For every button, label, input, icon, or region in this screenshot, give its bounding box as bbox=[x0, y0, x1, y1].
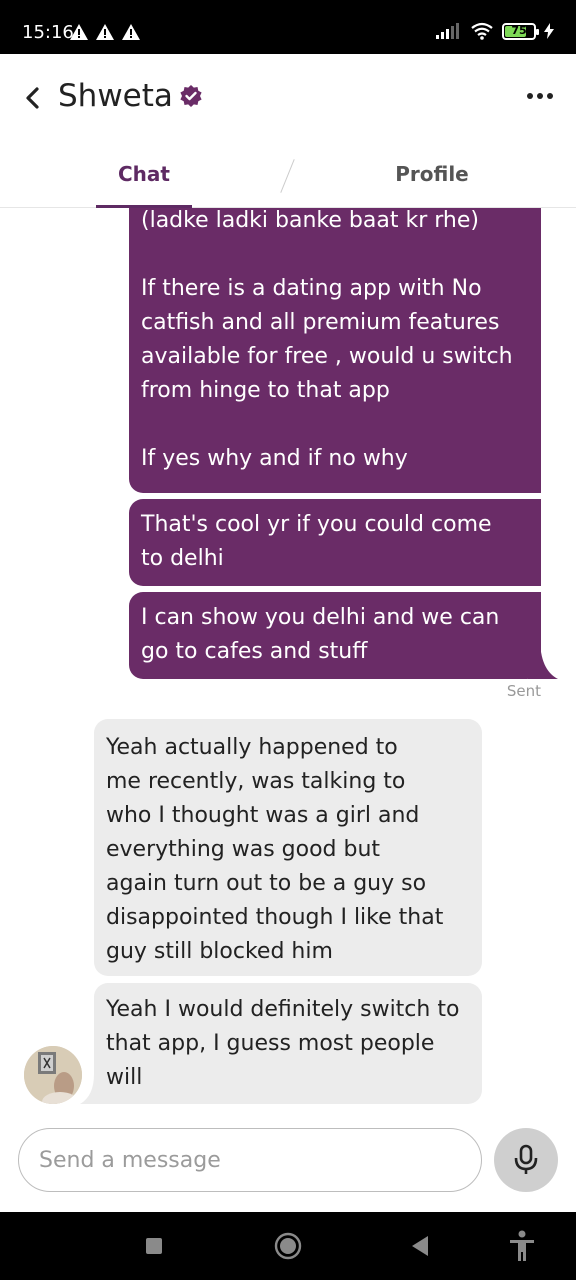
home-circle-icon bbox=[274, 1232, 302, 1260]
system-icons: 75 bbox=[436, 22, 554, 40]
message-line: If there is a dating app with No bbox=[141, 276, 482, 301]
accessibility-icon bbox=[510, 1230, 534, 1261]
message-bubble-outgoing[interactable]: (ladke ladki banke baat kr rhe) If there… bbox=[129, 208, 541, 493]
more-options-button[interactable] bbox=[522, 82, 558, 110]
message-line: Yeah actually happened to bbox=[106, 735, 398, 760]
wifi-icon bbox=[471, 22, 493, 40]
message-line: I can show you delhi and we can bbox=[141, 605, 500, 630]
microphone-icon bbox=[514, 1144, 538, 1174]
square-icon bbox=[146, 1238, 162, 1254]
back-button[interactable] bbox=[18, 82, 46, 114]
accessibility-button[interactable] bbox=[506, 1230, 538, 1262]
avatar[interactable] bbox=[24, 1046, 82, 1104]
message-bubble-outgoing[interactable]: That's cool yr if you could come to delh… bbox=[129, 499, 541, 586]
message-list[interactable]: (ladke ladki banke baat kr rhe) If there… bbox=[0, 208, 576, 1116]
recents-button[interactable] bbox=[138, 1230, 170, 1262]
message-line: who I thought was a girl and bbox=[106, 803, 420, 828]
message-line: guy still blocked him bbox=[106, 939, 333, 964]
message-status: Sent bbox=[506, 682, 541, 700]
more-icon bbox=[527, 93, 553, 99]
message-bubble-incoming[interactable]: Yeah actually happened to me recently, w… bbox=[94, 719, 482, 976]
message-line: Yeah I would definitely switch to bbox=[106, 997, 460, 1022]
page-title: Shweta bbox=[58, 78, 173, 114]
message-line: (ladke ladki banke baat kr rhe) bbox=[141, 208, 479, 233]
message-line: everything was good but bbox=[106, 837, 381, 862]
message-input[interactable] bbox=[18, 1128, 482, 1192]
battery-icon: 75 bbox=[502, 22, 539, 40]
message-line bbox=[141, 408, 529, 442]
message-bubble-incoming[interactable]: Yeah I would definitely switch to that a… bbox=[94, 983, 482, 1104]
chevron-left-icon bbox=[26, 87, 39, 109]
tab-bar: Chat Profile bbox=[0, 144, 576, 208]
warning-icon bbox=[122, 24, 140, 40]
message-line: to delhi bbox=[141, 546, 224, 571]
message-line: disappointed though I like that bbox=[106, 905, 444, 930]
message-line: again turn out to be a guy so bbox=[106, 871, 427, 896]
message-line: That's cool yr if you could come bbox=[141, 512, 492, 537]
avatar-photo bbox=[24, 1046, 82, 1104]
message-line: from hinge to that app bbox=[141, 378, 390, 403]
battery-level: 75 bbox=[511, 23, 527, 37]
message-line: me recently, was talking to bbox=[106, 769, 406, 794]
voice-message-button[interactable] bbox=[494, 1128, 558, 1192]
status-time: 15:16 bbox=[22, 22, 74, 43]
home-button[interactable] bbox=[272, 1230, 304, 1262]
message-line: that app, I guess most people bbox=[106, 1031, 435, 1056]
chat-header: Shweta bbox=[0, 54, 576, 144]
message-line: go to cafes and stuff bbox=[141, 639, 368, 664]
message-line: will bbox=[106, 1065, 143, 1090]
notification-icons bbox=[70, 24, 140, 40]
tab-chat[interactable]: Chat bbox=[96, 162, 192, 186]
charging-icon bbox=[544, 23, 554, 39]
message-composer bbox=[0, 1116, 576, 1212]
tab-divider bbox=[280, 159, 295, 193]
system-nav-bar bbox=[0, 1212, 576, 1280]
back-nav-button[interactable] bbox=[404, 1230, 436, 1262]
verified-badge-icon bbox=[180, 85, 202, 107]
message-line: If yes why and if no why bbox=[141, 446, 408, 471]
triangle-back-icon bbox=[412, 1236, 428, 1256]
warning-icon bbox=[70, 24, 88, 40]
message-line bbox=[141, 238, 529, 272]
message-line: catfish and all premium features bbox=[141, 310, 500, 335]
status-bar: 15:16 75 bbox=[0, 0, 576, 54]
message-bubble-outgoing[interactable]: I can show you delhi and we can go to ca… bbox=[129, 592, 541, 679]
message-line: available for free , would u switch bbox=[141, 344, 513, 369]
tab-profile[interactable]: Profile bbox=[380, 162, 484, 186]
signal-icon bbox=[436, 23, 459, 39]
warning-icon bbox=[96, 24, 114, 40]
contact-name-area[interactable]: Shweta bbox=[58, 78, 203, 114]
